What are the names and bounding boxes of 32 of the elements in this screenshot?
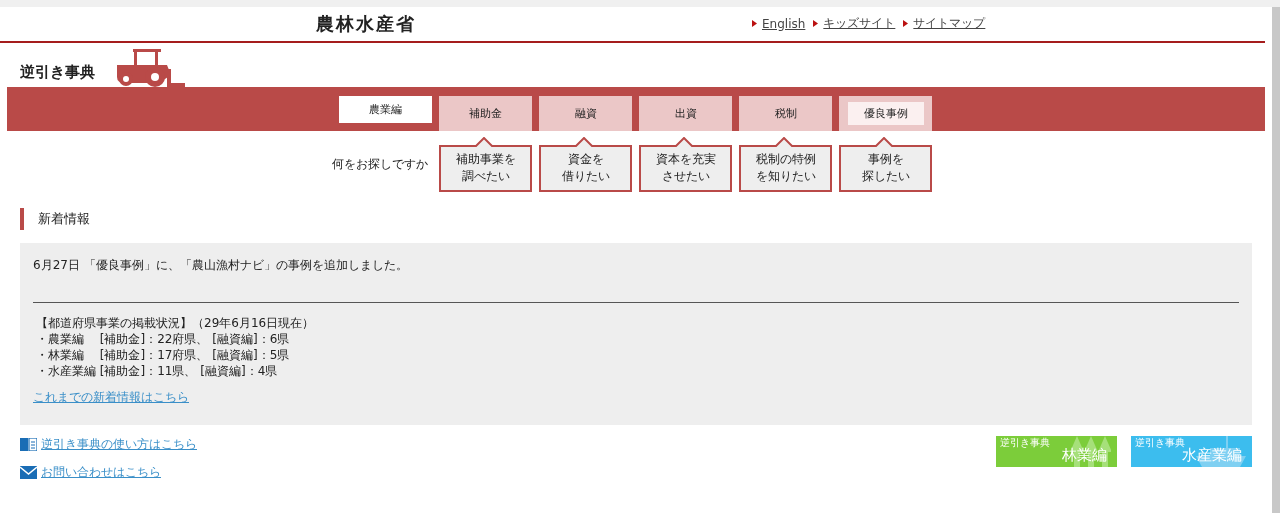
purpose-callout[interactable]: 税制の特例 を知りたい — [739, 137, 832, 192]
category-tab[interactable]: 農業編 — [339, 96, 432, 123]
status-line: ・林業編 [補助金]：17府県、 [融資編]：5県 — [36, 347, 291, 363]
header-link[interactable]: English — [762, 16, 806, 31]
ministry-logo[interactable]: 農林水産省 — [316, 12, 416, 36]
category-tab[interactable]: 税制 — [739, 96, 832, 131]
purpose-callout[interactable]: 事例を 探したい — [839, 137, 932, 192]
news-item: 6月27日 「優良事例」に、「農山漁村ナビ」の事例を追加しました。 — [33, 257, 409, 274]
chevron-icon — [903, 20, 909, 27]
category-tab[interactable]: 優良事例 — [839, 96, 932, 131]
scrollbar[interactable] — [1272, 7, 1280, 513]
ship-drawing — [1196, 436, 1246, 467]
status-line: ・水産業編 [補助金]：11県、 [融資編]：4県 — [36, 363, 279, 379]
status-line: ・農業編 [補助金]：22府県、 [融資編]：6県 — [36, 331, 291, 347]
footer-link[interactable]: お問い合わせはこちら — [41, 464, 161, 481]
envelope-icon — [20, 466, 37, 479]
purpose-callout[interactable]: 資金を 借りたい — [539, 137, 632, 192]
site-title: 逆引き事典 — [20, 63, 95, 82]
header-link[interactable]: キッズサイト — [823, 15, 896, 32]
chevron-icon — [752, 20, 757, 27]
footer-link[interactable]: 逆引き事典の使い方はこちら — [41, 436, 197, 453]
purpose-callout[interactable]: 補助事業を 調べたい — [439, 137, 532, 192]
status-line: 【都道府県事業の掲載状況】（29年6月16日現在） — [36, 315, 316, 331]
question-label: 何をお探しですか — [332, 156, 429, 173]
book-icon — [20, 438, 37, 451]
section-heading: 新着情報 — [20, 208, 1265, 230]
chevron-icon — [813, 20, 819, 27]
category-tab[interactable]: 補助金 — [439, 96, 532, 131]
category-tab[interactable]: 融資 — [539, 96, 632, 131]
category-tab[interactable]: 出資 — [639, 96, 732, 131]
header-link[interactable]: サイトマップ — [913, 15, 986, 32]
purpose-callout[interactable]: 資本を充実 させたい — [639, 137, 732, 192]
